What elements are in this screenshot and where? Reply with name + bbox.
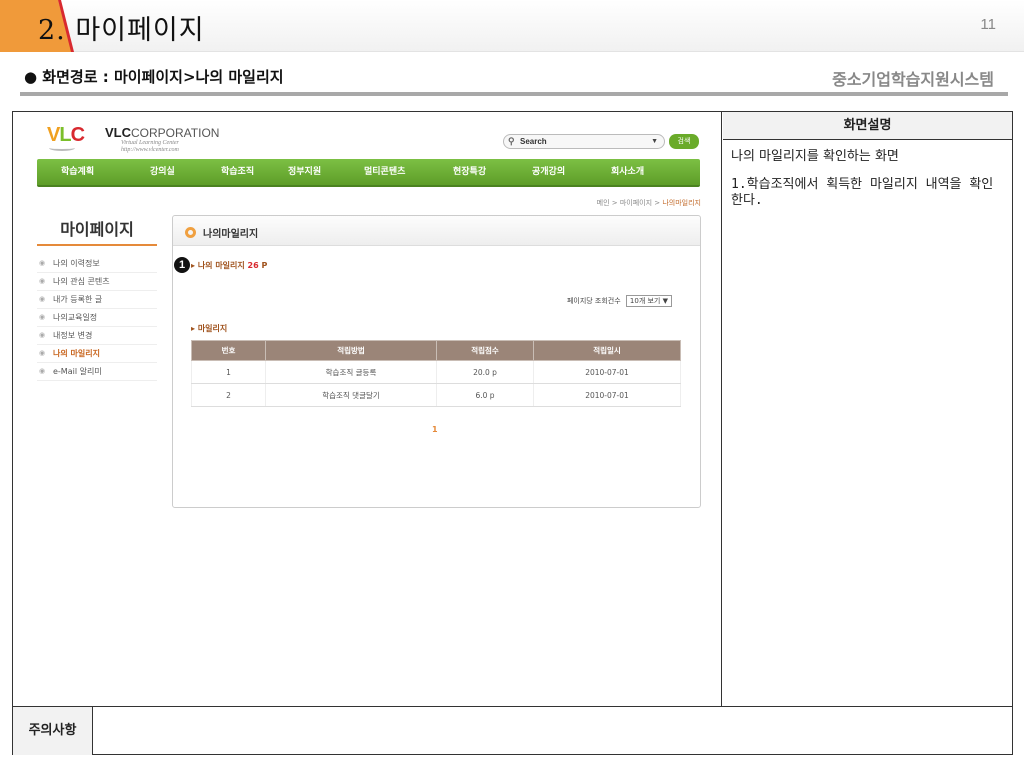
table-cell: 2010-07-01 xyxy=(533,383,681,407)
sidebar-item-email-alert[interactable]: e-Mail 알리미 xyxy=(37,363,157,381)
nav-item-gov-support[interactable]: 정부지원 xyxy=(288,159,321,185)
panel-title: 나의마일리지 xyxy=(203,229,259,240)
notes-row: 주의사항 xyxy=(13,706,1012,755)
slide-header: 2. 마이페이지 11 xyxy=(0,0,1024,52)
column-header: 적립일시 xyxy=(533,340,681,361)
table-cell: 2 xyxy=(191,383,266,407)
section-title: ▸ 마일리지 xyxy=(191,323,227,334)
nav-item-learning-org[interactable]: 학습조직 xyxy=(221,159,254,185)
per-page-value: 10개 보기 xyxy=(629,297,661,305)
logo-arc-icon xyxy=(49,145,75,151)
bullet-icon: ▸ xyxy=(191,324,198,333)
nav-item-study-plan[interactable]: 학습계획 xyxy=(61,159,94,185)
per-page-select[interactable]: 10개 보기 ▼ xyxy=(625,295,672,307)
breadcrumb: 메인 > 마이페이지 > 나의마일리지 xyxy=(597,198,701,208)
page-number: 11 xyxy=(980,16,996,33)
table-cell: 1 xyxy=(191,360,266,384)
search-placeholder: Search xyxy=(520,137,547,146)
nav-item-field-lecture[interactable]: 현장특강 xyxy=(453,159,486,185)
dropdown-arrow-icon[interactable]: ▼ xyxy=(651,135,658,148)
screen-path: ● 화면경로 : 마이페이지>나의 마일리지 xyxy=(24,68,284,86)
mileage-unit: P xyxy=(258,261,268,270)
table-header-row: 번호 적립방법 적립점수 적립일시 xyxy=(191,340,681,361)
corp-sub-line1: Virtual Learning Center xyxy=(121,140,179,146)
screen-mockup: VLC VLCCORPORATION Virtual Learning Cent… xyxy=(13,112,722,706)
column-header: 적립점수 xyxy=(436,340,534,361)
breadcrumb-prefix[interactable]: 메인 > 마이페이지 > xyxy=(597,199,663,207)
breadcrumb-current: 나의마일리지 xyxy=(662,199,701,207)
mileage-panel: 나의마일리지 1 ▸ 나의 마일리지 26 P 페이지당 조회건수 10개 보기… xyxy=(172,215,701,508)
per-page-control: 페이지당 조회건수 10개 보기 ▼ xyxy=(567,295,672,307)
nav-item-open-lecture[interactable]: 공개강의 xyxy=(532,159,565,185)
sidebar-item-edit-profile[interactable]: 내정보 변경 xyxy=(37,327,157,345)
pagination-page[interactable]: 1 xyxy=(432,425,438,434)
table-cell: 6.0 p xyxy=(436,383,534,407)
description-header: 화면설명 xyxy=(723,112,1012,140)
corp-rest: CORPORATION xyxy=(131,126,220,140)
table-cell: 2010-07-01 xyxy=(533,360,681,384)
search-button[interactable]: 검색 xyxy=(669,134,699,149)
storyboard-frame: VLC VLCCORPORATION Virtual Learning Cent… xyxy=(12,111,1013,755)
ring-bullet-icon xyxy=(185,227,196,238)
mileage-label: 나의 마일리지 xyxy=(197,261,248,270)
sidebar-item-my-posts[interactable]: 내가 등록한 글 xyxy=(37,291,157,309)
select-arrow-icon: ▼ xyxy=(662,297,668,305)
corp-sub-line2: http://www.vlcenter.com xyxy=(121,147,179,153)
notes-label: 주의사항 xyxy=(13,707,93,755)
nav-item-classroom[interactable]: 강의실 xyxy=(150,159,175,185)
sidebar-divider xyxy=(37,244,157,246)
section-title-text: 마일리지 xyxy=(197,324,228,333)
annotation-badge: 1 xyxy=(174,257,190,273)
mileage-table: 번호 적립방법 적립점수 적립일시 1 학습조직 글등록 20.0 p 2010… xyxy=(191,340,681,407)
nav-item-company-info[interactable]: 회사소개 xyxy=(611,159,644,185)
logo-letter-l: L xyxy=(59,124,71,146)
sidebar-item-history[interactable]: 나의 이력정보 xyxy=(37,255,157,273)
corp-bold: VLC xyxy=(105,125,131,140)
search-icon: ⚲ xyxy=(508,136,515,146)
slide-title: 2. 마이페이지 xyxy=(38,15,205,46)
table-cell: 20.0 p xyxy=(436,360,534,384)
system-name: 중소기업학습지원시스템 xyxy=(832,70,994,89)
per-page-label: 페이지당 조회건수 xyxy=(566,297,621,305)
description-panel: 화면설명 나의 마일리지를 확인하는 화면 1.학습조직에서 획득한 마일리지 … xyxy=(723,112,1012,706)
sidebar-item-interests[interactable]: 나의 관심 콘텐츠 xyxy=(37,273,157,291)
description-summary: 나의 마일리지를 확인하는 화면 xyxy=(731,149,899,164)
sidebar-menu: 나의 이력정보 나의 관심 콘텐츠 내가 등록한 글 나의교육일정 내정보 변경… xyxy=(37,255,157,381)
column-header: 번호 xyxy=(191,340,266,361)
panel-header: 나의마일리지 xyxy=(173,216,700,246)
table-cell: 학습조직 댓글달기 xyxy=(265,383,437,407)
table-row: 1 학습조직 글등록 20.0 p 2010-07-01 xyxy=(191,360,681,384)
vlc-logo[interactable]: VLC xyxy=(47,124,85,147)
table-cell: 학습조직 글등록 xyxy=(265,360,437,384)
sidebar-item-mileage[interactable]: 나의 마일리지 xyxy=(37,345,157,363)
mileage-value: 26 xyxy=(247,261,259,270)
column-header: 적립방법 xyxy=(265,340,437,361)
sidebar-item-schedule[interactable]: 나의교육일정 xyxy=(37,309,157,327)
search-input[interactable]: ⚲ Search ▼ xyxy=(503,134,665,149)
divider-bar xyxy=(20,92,1008,96)
corporation-name: VLCCORPORATION xyxy=(105,125,219,140)
logo-letter-v: V xyxy=(47,124,60,146)
description-point: 1.학습조직에서 획득한 마일리지 내역을 확인한다. xyxy=(731,177,994,208)
nav-item-multi-content[interactable]: 멀티콘텐츠 xyxy=(364,159,405,185)
corp-subtitle: Virtual Learning Center http://www.vlcen… xyxy=(121,140,179,154)
bullet-icon: ▸ xyxy=(191,261,198,270)
logo-letter-c: C xyxy=(70,124,85,146)
sidebar-title: 마이페이지 xyxy=(60,220,134,239)
mileage-summary: ▸ 나의 마일리지 26 P xyxy=(191,260,267,271)
main-nav: 학습계획 강의실 학습조직 정부지원 멀티콘텐츠 현장특강 공개강의 회사소개 xyxy=(37,159,700,187)
table-row: 2 학습조직 댓글달기 6.0 p 2010-07-01 xyxy=(191,383,681,407)
